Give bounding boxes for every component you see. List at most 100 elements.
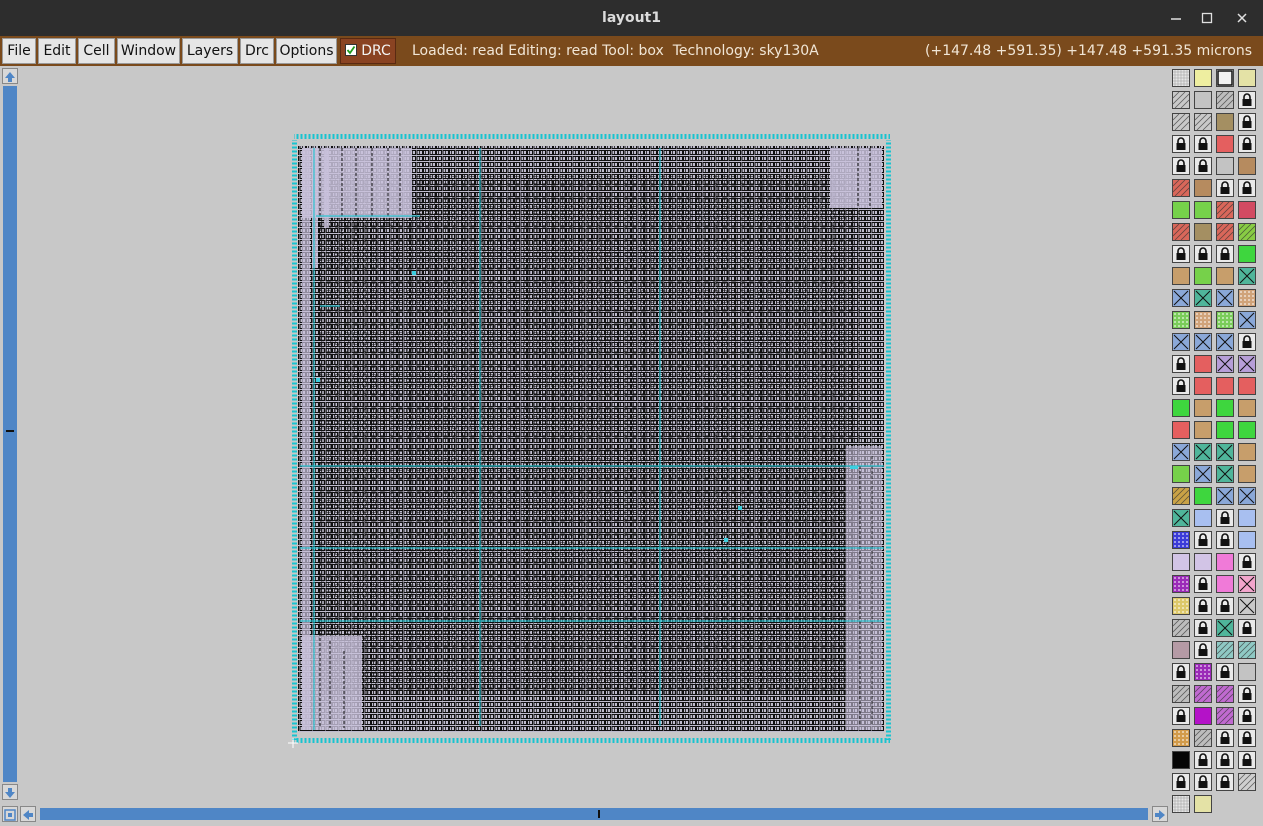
layer-swatch-teal-x[interactable] xyxy=(1172,509,1190,527)
layer-swatch-blue-x[interactable] xyxy=(1216,487,1234,505)
layer-lock-icon[interactable] xyxy=(1238,685,1256,703)
zoom-box-icon[interactable] xyxy=(2,806,18,822)
layer-lock-icon[interactable] xyxy=(1216,729,1234,747)
layer-swatch-green[interactable] xyxy=(1194,201,1212,219)
layer-lock-icon[interactable] xyxy=(1238,333,1256,351)
layer-swatch-green[interactable] xyxy=(1194,267,1212,285)
layer-lock-icon[interactable] xyxy=(1238,619,1256,637)
layer-swatch-teal-x[interactable] xyxy=(1216,619,1234,637)
layer-lock-icon[interactable] xyxy=(1172,157,1190,175)
horizontal-scroll-thumb[interactable] xyxy=(598,810,600,818)
layer-swatch-blue-x[interactable] xyxy=(1238,311,1256,329)
layer-swatch-blue-x[interactable] xyxy=(1194,333,1212,351)
layer-swatch-pink[interactable] xyxy=(1216,553,1234,571)
layer-lock-icon[interactable] xyxy=(1238,553,1256,571)
layer-lock-icon[interactable] xyxy=(1238,729,1256,747)
layer-swatch-blue-x[interactable] xyxy=(1172,333,1190,351)
vertical-scrollbar[interactable] xyxy=(0,66,20,804)
layer-lock-icon[interactable] xyxy=(1216,245,1234,263)
layer-swatch-blue-x[interactable] xyxy=(1172,289,1190,307)
layer-lock-icon[interactable] xyxy=(1238,135,1256,153)
scroll-right-icon[interactable] xyxy=(1152,806,1168,822)
layer-swatch-red[interactable] xyxy=(1194,355,1212,373)
close-icon[interactable] xyxy=(1232,8,1252,28)
menu-window[interactable]: Window xyxy=(117,38,180,64)
layer-lock-icon[interactable] xyxy=(1216,597,1234,615)
menu-cell[interactable]: Cell xyxy=(78,38,115,64)
layer-swatch-lavender[interactable] xyxy=(1194,553,1212,571)
layer-swatch-tan-dots[interactable] xyxy=(1238,289,1256,307)
layer-swatch-red-diag[interactable] xyxy=(1172,223,1190,241)
layer-lock-icon[interactable] xyxy=(1172,245,1190,263)
layer-lock-icon[interactable] xyxy=(1238,113,1256,131)
layer-swatch-tan[interactable] xyxy=(1172,267,1190,285)
vertical-scroll-track[interactable] xyxy=(3,86,17,782)
layer-swatch-tan[interactable] xyxy=(1216,267,1234,285)
layer-swatch-tan[interactable] xyxy=(1194,421,1212,439)
layer-swatch-red-diag[interactable] xyxy=(1172,179,1190,197)
layer-swatch-gray[interactable] xyxy=(1238,663,1256,681)
layer-lock-icon[interactable] xyxy=(1172,663,1190,681)
layer-swatch-red[interactable] xyxy=(1238,377,1256,395)
layer-swatch-teal-diag[interactable] xyxy=(1216,641,1234,659)
layer-swatch-crimson[interactable] xyxy=(1238,201,1256,219)
layer-swatch-diag-gray[interactable] xyxy=(1172,113,1190,131)
layer-swatch-red[interactable] xyxy=(1194,377,1212,395)
layer-lock-icon[interactable] xyxy=(1172,135,1190,153)
drc-toggle[interactable]: DRC xyxy=(340,38,396,64)
layer-swatch-blue-x[interactable] xyxy=(1172,443,1190,461)
layer-lock-icon[interactable] xyxy=(1194,531,1212,549)
layer-swatch-light-blue[interactable] xyxy=(1238,531,1256,549)
layer-swatch-gray[interactable] xyxy=(1216,157,1234,175)
layer-swatch-bright-green[interactable] xyxy=(1238,421,1256,439)
menu-layers[interactable]: Layers xyxy=(182,38,238,64)
layer-lock-icon[interactable] xyxy=(1172,773,1190,791)
layer-swatch-teal-x[interactable] xyxy=(1216,465,1234,483)
layer-swatch-orange-dots[interactable] xyxy=(1172,729,1190,747)
layer-swatch-brown[interactable] xyxy=(1238,157,1256,175)
layer-swatch-gray-x[interactable] xyxy=(1238,597,1256,615)
layer-swatch-bright-green[interactable] xyxy=(1216,399,1234,417)
menu-options[interactable]: Options xyxy=(276,38,337,64)
layer-swatch-purple-x[interactable] xyxy=(1216,355,1234,373)
layer-lock-icon[interactable] xyxy=(1194,597,1212,615)
layer-swatch-light-blue[interactable] xyxy=(1194,509,1212,527)
layer-swatch-bright-green[interactable] xyxy=(1194,487,1212,505)
layer-swatch-purple-diag[interactable] xyxy=(1216,685,1234,703)
layer-lock-icon[interactable] xyxy=(1194,575,1212,593)
layer-swatch-diag-gray[interactable] xyxy=(1172,91,1190,109)
menu-file[interactable]: File xyxy=(2,38,36,64)
layer-swatch-green[interactable] xyxy=(1172,201,1190,219)
menu-edit[interactable]: Edit xyxy=(38,38,76,64)
layer-lock-icon[interactable] xyxy=(1194,751,1212,769)
layer-swatch-red[interactable] xyxy=(1216,135,1234,153)
layer-swatch-yellow-light[interactable] xyxy=(1238,69,1256,87)
layer-lock-icon[interactable] xyxy=(1194,773,1212,791)
layer-swatch-yellow-light[interactable] xyxy=(1194,795,1212,813)
scroll-left-icon[interactable] xyxy=(20,806,36,822)
layer-swatch-green-diag[interactable] xyxy=(1238,223,1256,241)
layer-swatch-mauve[interactable] xyxy=(1172,641,1190,659)
layer-lock-icon[interactable] xyxy=(1194,245,1212,263)
layer-swatch-gray-diag[interactable] xyxy=(1172,619,1190,637)
layer-swatch-blue-x[interactable] xyxy=(1216,289,1234,307)
layer-swatch-lavender[interactable] xyxy=(1172,553,1190,571)
horizontal-scrollbar[interactable] xyxy=(0,804,1168,823)
layer-swatch-blue-x[interactable] xyxy=(1216,333,1234,351)
layer-lock-icon[interactable] xyxy=(1172,377,1190,395)
layer-lock-icon[interactable] xyxy=(1172,355,1190,373)
layer-swatch-yellow-dots[interactable] xyxy=(1172,597,1190,615)
layer-lock-icon[interactable] xyxy=(1216,179,1234,197)
layer-swatch-olive-diag[interactable] xyxy=(1172,487,1190,505)
layer-swatch-magenta[interactable] xyxy=(1194,707,1212,725)
vertical-scroll-thumb[interactable] xyxy=(6,430,14,432)
layer-swatch-tan-dots[interactable] xyxy=(1194,311,1212,329)
layer-swatch-gray[interactable] xyxy=(1194,91,1212,109)
layer-swatch-brown[interactable] xyxy=(1194,179,1212,197)
layer-swatch-bright-green[interactable] xyxy=(1238,245,1256,263)
layer-lock-icon[interactable] xyxy=(1238,707,1256,725)
layer-swatch-purple-diag[interactable] xyxy=(1216,707,1234,725)
layer-swatch-olive[interactable] xyxy=(1194,223,1212,241)
layer-lock-icon[interactable] xyxy=(1216,751,1234,769)
layer-lock-icon[interactable] xyxy=(1216,663,1234,681)
